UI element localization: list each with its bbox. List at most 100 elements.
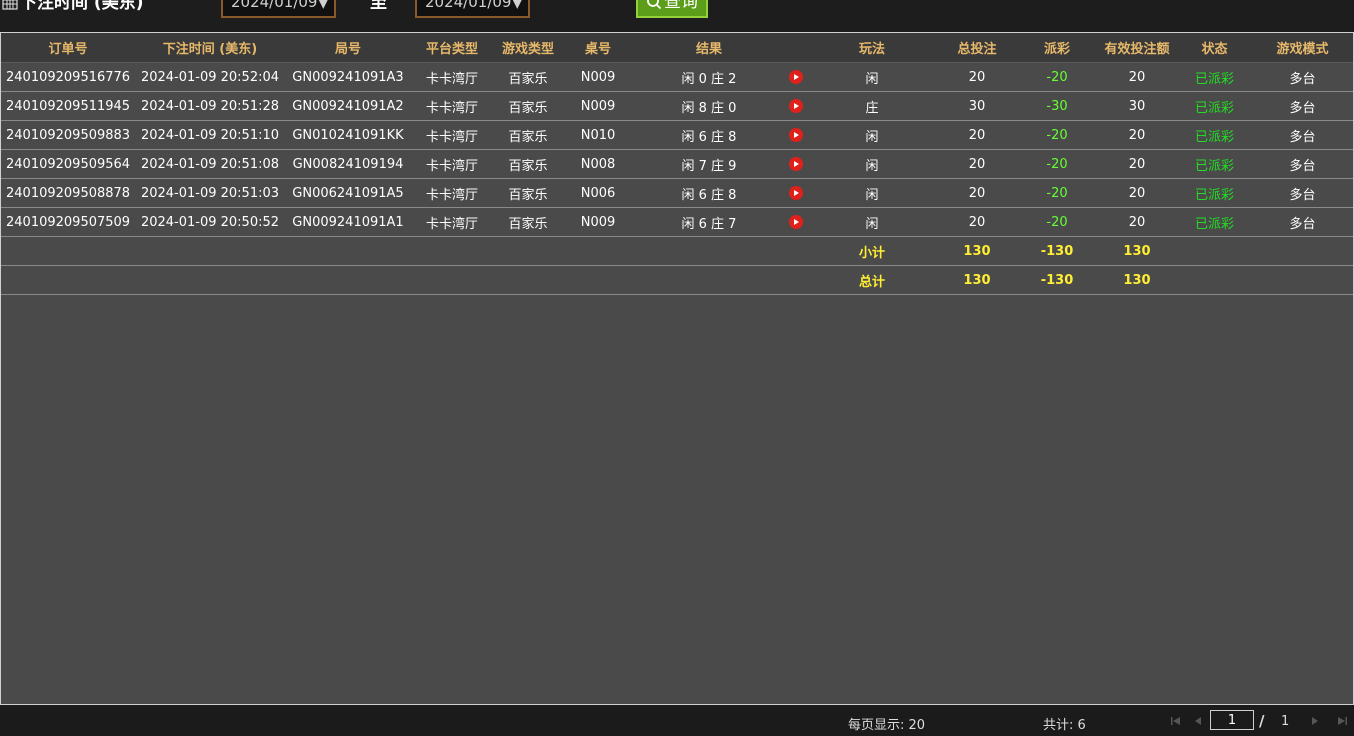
video-cell bbox=[785, 149, 807, 179]
status-badge: 已派彩 bbox=[1177, 62, 1252, 92]
status-badge: 已派彩 bbox=[1177, 120, 1252, 150]
bet-time: 2024-01-09 20:51:08 bbox=[135, 149, 285, 179]
valid-bet: 30 bbox=[1097, 91, 1177, 121]
filter-bar: 下注时间 (美东) 2024/01/09▼ 至 2024/01/09▼ 查询 bbox=[0, 0, 1354, 32]
order-no: 240109209509564 bbox=[1, 149, 135, 179]
platform: 卡卡湾厅 bbox=[411, 207, 493, 237]
total-payout: -130 bbox=[1017, 265, 1097, 295]
subtotal-row: 小计 130 -130 130 bbox=[1, 236, 1353, 266]
payout: -20 bbox=[1017, 207, 1097, 237]
total-bet: 20 bbox=[937, 62, 1017, 92]
col-header-status: 状态 bbox=[1177, 33, 1252, 63]
game-mode: 多台 bbox=[1252, 207, 1353, 237]
table-row: 240109209516776 2024-01-09 20:52:04 GN00… bbox=[1, 62, 1353, 92]
last-page-icon[interactable] bbox=[1336, 715, 1348, 727]
col-header-order-no: 订单号 bbox=[1, 33, 135, 63]
order-no: 240109209509883 bbox=[1, 120, 135, 150]
total-bet: 20 bbox=[937, 178, 1017, 208]
query-button[interactable]: 查询 bbox=[636, 0, 708, 18]
game-mode: 多台 bbox=[1252, 178, 1353, 208]
query-button-label: 查询 bbox=[664, 0, 698, 12]
result: 闲 6 庄 7 bbox=[633, 207, 785, 237]
play: 闲 bbox=[807, 207, 937, 237]
play-video-icon[interactable] bbox=[789, 128, 803, 142]
game-type: 百家乐 bbox=[493, 62, 563, 92]
filter-label: 下注时间 (美东) bbox=[20, 0, 144, 13]
prev-page-icon[interactable] bbox=[1192, 715, 1204, 727]
video-cell bbox=[785, 120, 807, 150]
play-video-icon[interactable] bbox=[789, 186, 803, 200]
col-header-bet-time: 下注时间 (美东) bbox=[135, 33, 285, 63]
table-row: 240109209508878 2024-01-09 20:51:03 GN00… bbox=[1, 178, 1353, 208]
next-page-icon[interactable] bbox=[1309, 715, 1321, 727]
bet-time: 2024-01-09 20:51:10 bbox=[135, 120, 285, 150]
col-header-valid-bet: 有效投注额 bbox=[1097, 33, 1177, 63]
per-page-label: 每页显示: 20 bbox=[848, 718, 926, 733]
total-row: 总计 130 -130 130 bbox=[1, 265, 1353, 295]
play-video-icon[interactable] bbox=[789, 157, 803, 171]
total-bet: 20 bbox=[937, 207, 1017, 237]
game-mode: 多台 bbox=[1252, 120, 1353, 150]
play-video-icon[interactable] bbox=[789, 99, 803, 113]
order-no: 240109209516776 bbox=[1, 62, 135, 92]
page-total-label: 1 bbox=[1281, 714, 1290, 729]
play-video-icon[interactable] bbox=[789, 70, 803, 84]
round-no: GN006241091A5 bbox=[285, 178, 411, 208]
col-header-platform: 平台类型 bbox=[411, 33, 493, 63]
status-badge: 已派彩 bbox=[1177, 91, 1252, 121]
status-badge: 已派彩 bbox=[1177, 207, 1252, 237]
bet-records-table: 订单号 下注时间 (美东) 局号 平台类型 游戏类型 桌号 结果 玩法 总投注 … bbox=[1, 33, 1353, 295]
order-no: 240109209507509 bbox=[1, 207, 135, 237]
table-no: N009 bbox=[563, 91, 633, 121]
result: 闲 6 庄 8 bbox=[633, 178, 785, 208]
col-header-table-no: 桌号 bbox=[563, 33, 633, 63]
col-header-game-mode: 游戏模式 bbox=[1252, 33, 1353, 63]
first-page-icon[interactable] bbox=[1170, 715, 1182, 727]
valid-bet: 20 bbox=[1097, 149, 1177, 179]
play: 闲 bbox=[807, 178, 937, 208]
table-row: 240109209511945 2024-01-09 20:51:28 GN00… bbox=[1, 91, 1353, 121]
total-bet: 30 bbox=[937, 91, 1017, 121]
game-type: 百家乐 bbox=[493, 178, 563, 208]
game-type: 百家乐 bbox=[493, 91, 563, 121]
round-no: GN009241091A3 bbox=[285, 62, 411, 92]
to-label: 至 bbox=[370, 0, 387, 13]
bet-time: 2024-01-09 20:52:04 bbox=[135, 62, 285, 92]
platform: 卡卡湾厅 bbox=[411, 178, 493, 208]
status-badge: 已派彩 bbox=[1177, 149, 1252, 179]
game-type: 百家乐 bbox=[493, 120, 563, 150]
valid-bet: 20 bbox=[1097, 178, 1177, 208]
game-type: 百家乐 bbox=[493, 149, 563, 179]
play: 闲 bbox=[807, 149, 937, 179]
subtotal-valid: 130 bbox=[1097, 236, 1177, 266]
page-number-input[interactable] bbox=[1210, 710, 1254, 730]
round-no: GN009241091A2 bbox=[285, 91, 411, 121]
table-row: 240109209507509 2024-01-09 20:50:52 GN00… bbox=[1, 207, 1353, 237]
search-icon bbox=[647, 0, 662, 10]
page-separator: / bbox=[1259, 712, 1265, 730]
table-row: 240109209509564 2024-01-09 20:51:08 GN00… bbox=[1, 149, 1353, 179]
col-header-game-type: 游戏类型 bbox=[493, 33, 563, 63]
payout: -20 bbox=[1017, 120, 1097, 150]
date-from-select[interactable]: 2024/01/09▼ bbox=[221, 0, 336, 18]
total-valid: 130 bbox=[1097, 265, 1177, 295]
play-video-icon[interactable] bbox=[789, 215, 803, 229]
game-type: 百家乐 bbox=[493, 207, 563, 237]
date-to-select[interactable]: 2024/01/09▼ bbox=[415, 0, 530, 18]
bet-records-table-panel: 订单号 下注时间 (美东) 局号 平台类型 游戏类型 桌号 结果 玩法 总投注 … bbox=[0, 32, 1354, 705]
col-header-payout: 派彩 bbox=[1017, 33, 1097, 63]
play: 庄 bbox=[807, 91, 937, 121]
platform: 卡卡湾厅 bbox=[411, 120, 493, 150]
play: 闲 bbox=[807, 120, 937, 150]
total-count-label: 共计: 6 bbox=[1043, 718, 1086, 733]
round-no: GN009241091A1 bbox=[285, 207, 411, 237]
table-header-row: 订单号 下注时间 (美东) 局号 平台类型 游戏类型 桌号 结果 玩法 总投注 … bbox=[1, 33, 1353, 63]
total-bet: 20 bbox=[937, 149, 1017, 179]
status-badge: 已派彩 bbox=[1177, 178, 1252, 208]
payout: -20 bbox=[1017, 62, 1097, 92]
table-no: N010 bbox=[563, 120, 633, 150]
table-no: N009 bbox=[563, 207, 633, 237]
result: 闲 7 庄 9 bbox=[633, 149, 785, 179]
table-no: N006 bbox=[563, 178, 633, 208]
payout: -30 bbox=[1017, 91, 1097, 121]
